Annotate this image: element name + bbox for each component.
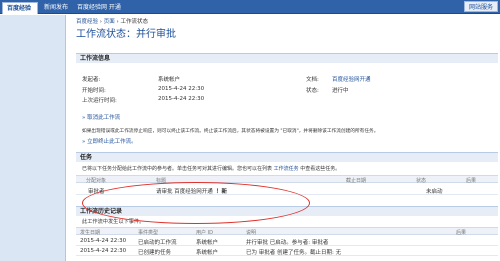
- initiator-label: 发起者:: [82, 77, 101, 83]
- task-status: 未启动: [426, 189, 443, 195]
- task-title-link[interactable]: 请审批 百度经验网开通: [156, 187, 213, 195]
- history-user-link[interactable]: 系统帐户: [196, 248, 218, 256]
- tasks-col-outcome[interactable]: 后果: [466, 177, 476, 184]
- page-title: 工作流状态：并行审批: [76, 29, 176, 40]
- task-new-badge: ！新: [216, 189, 228, 195]
- tasks-table-header: 分配对象 标题 截止日期 状态 后果: [76, 175, 498, 184]
- status-value: 进行中: [332, 88, 349, 94]
- start-time-label: 开始时间:: [82, 88, 106, 94]
- history-table-header: 发生日期 事件类型 用户 ID 说明 后果: [76, 227, 498, 236]
- start-time-value: 2015-4-24 22:30: [158, 86, 205, 92]
- history-row: 2015-4-24 22:30 已启动的工作流 系统帐户 并行审批 已启动。参与…: [76, 237, 498, 246]
- last-run-value: 2015-4-24 22:30: [158, 96, 205, 102]
- history-description-text: 并行审批 已启动。参与者: 审批者: [246, 240, 329, 246]
- tasks-col-due[interactable]: 截止日期: [346, 177, 366, 184]
- section-workflow-info: 工作流信息: [76, 53, 498, 63]
- document-link[interactable]: 百度经验网开通: [332, 75, 371, 83]
- section-tasks: 任务: [76, 152, 498, 162]
- workflow-tasks-link[interactable]: 工作流任务: [274, 166, 299, 172]
- tab-baidu-jingyan[interactable]: 百度经验: [2, 2, 38, 14]
- tasks-description: 已将以下任务分配给此工作流中的参与者。单击任务可对其进行编辑。您也可以在列表 工…: [82, 165, 340, 172]
- history-col-user[interactable]: 用户 ID: [196, 229, 213, 236]
- initiator-value: 系统帐户: [158, 77, 181, 83]
- history-date: 2015-4-24 22:30: [80, 248, 127, 254]
- tab-news-publish[interactable]: 新闻发布: [40, 2, 72, 14]
- sidebar: [0, 15, 66, 261]
- cancel-workflow-link[interactable]: » 取消此工作流: [82, 113, 120, 121]
- history-event: 已启动的工作流: [138, 240, 177, 246]
- top-navigation-bar: 百度经验 新闻发布 百度经验网 开通 网站服务: [0, 0, 500, 14]
- site-service-button[interactable]: 网站服务: [463, 1, 498, 12]
- tasks-description-suffix: 中查看这些任务。: [300, 166, 341, 172]
- history-event: 已创建的任务: [138, 250, 172, 256]
- tasks-description-text: 已将以下任务分配给此工作流中的参与者。单击任务可对其进行编辑。您也可以在列表: [82, 166, 273, 172]
- terminate-workflow-link[interactable]: » 立即终止此工作流。: [82, 137, 137, 145]
- tab-site-open[interactable]: 百度经验网 开通: [73, 2, 125, 14]
- status-label: 状态:: [306, 88, 319, 94]
- history-col-outcome[interactable]: 后果: [456, 229, 466, 236]
- history-description: 此工作流中发生以下事件。: [82, 219, 145, 225]
- tasks-col-status[interactable]: 状态: [416, 177, 426, 184]
- history-date: 2015-4-24 22:30: [80, 238, 127, 244]
- task-row: 审批者 请审批 百度经验网开通 ！新 未启动: [76, 186, 498, 195]
- terminate-notice: 如果出现错误或此工作流停止响应，则可以终止该工作流。终止该工作流后，其状态将被设…: [82, 129, 379, 134]
- history-description-text: 已为 审批者 创建了任务。截止日期: 无: [246, 250, 342, 256]
- history-col-description[interactable]: 说明: [246, 229, 256, 236]
- history-user-link[interactable]: 系统帐户: [196, 238, 218, 246]
- tasks-col-assignee[interactable]: 分配对象: [86, 177, 106, 184]
- tasks-col-title[interactable]: 标题: [156, 177, 166, 184]
- history-row: 2015-4-24 22:30 已创建的任务 系统帐户 已为 审批者 创建了任务…: [76, 247, 498, 256]
- task-assignee-link[interactable]: 审批者: [88, 187, 105, 195]
- history-col-event[interactable]: 事件类型: [138, 229, 158, 236]
- history-col-date[interactable]: 发生日期: [80, 229, 100, 236]
- last-run-label: 上次运行时间:: [82, 98, 117, 104]
- section-workflow-history: 工作流历史记录: [76, 206, 498, 216]
- main-content: 百度经验 › 页面 › 工作流状态 工作流状态：并行审批 工作流信息 发起者: …: [70, 15, 500, 261]
- breadcrumb: 百度经验 › 页面 › 工作流状态: [76, 17, 148, 25]
- document-label: 文档:: [306, 77, 319, 83]
